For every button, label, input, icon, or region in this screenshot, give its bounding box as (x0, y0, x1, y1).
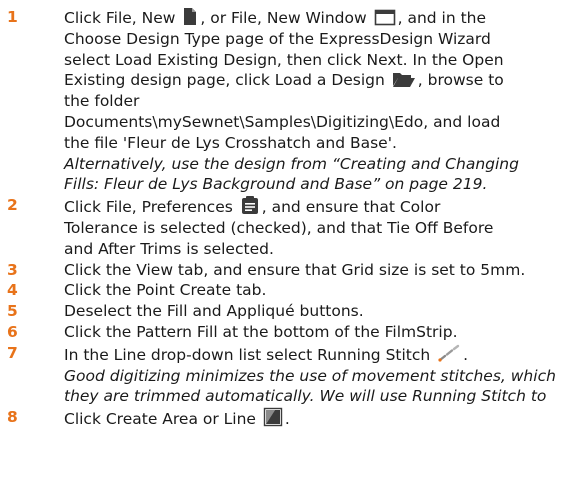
step-text-line: Deselect the Fill and Appliqué buttons. (64, 301, 575, 322)
step-number: 6 (7, 322, 18, 341)
step-text: In the Line drop-down list select Runnin… (64, 345, 436, 364)
step-number: 1 (7, 8, 18, 26)
step-text: and After Trims is selected. (64, 239, 274, 258)
step-text: , browse to (417, 71, 504, 90)
new-document-icon (182, 7, 198, 26)
step-text-line: Click File, New , or File, New Window , … (64, 7, 575, 29)
step-text: Click Create Area or Line (64, 410, 261, 429)
step-text-line: Click File, Preferences , and ensure tha… (64, 195, 575, 218)
step-text: . (284, 410, 290, 429)
step-text: , or File, New Window (200, 9, 372, 27)
step-number: 4 (7, 281, 18, 300)
step-number: 8 (7, 408, 18, 427)
step-note: Good digitizing minimizes the use of mov… (64, 366, 556, 385)
step-text: Click File, New (64, 9, 181, 27)
instruction-step: 6 Click the Pattern Fill at the bottom of… (0, 322, 575, 343)
instruction-step: 7 In the Line drop-down list select Runni… (0, 343, 575, 407)
step-note: Alternatively, use the design from “Crea… (64, 154, 519, 173)
step-text-line: Documents\mySewnet\Samples\Digitizing\Ed… (64, 112, 575, 133)
step-text-line: select Load Existing Design, then click … (64, 50, 575, 71)
instruction-step: 4 Click the Point Create tab. (0, 280, 575, 301)
step-note: they are trimmed automatically. We will … (64, 387, 547, 406)
step-number: 7 (7, 343, 18, 362)
step-text: Documents\mySewnet\Samples\Digitizing\Ed… (64, 112, 501, 131)
step-text: Click the View tab, and ensure that Grid… (64, 260, 526, 279)
step-text-line: and After Trims is selected. (64, 239, 575, 260)
instruction-step: 1 Click File, New , or File, New Window ,… (0, 7, 575, 195)
step-text: Choose Design Type page of the ExpressDe… (64, 29, 491, 48)
step-text-line: Click Create Area or Line . (64, 407, 575, 430)
instruction-step: 8 Click Create Area or Line . (0, 407, 575, 430)
running-stitch-icon (437, 343, 461, 363)
step-text-line: Click the Point Create tab. (64, 280, 575, 301)
step-text-line: the file 'Fleur de Lys Crosshatch and Ba… (64, 133, 575, 154)
create-area-line-icon (263, 407, 283, 427)
open-folder-icon (392, 71, 416, 88)
step-text: Existing design page, click Load a Desig… (64, 71, 390, 90)
step-text: the folder (64, 92, 140, 111)
instruction-steps: 1 Click File, New , or File, New Window ,… (0, 7, 575, 430)
instruction-step: 5 Deselect the Fill and Appliqué buttons. (0, 301, 575, 322)
step-number: 2 (7, 196, 18, 215)
step-text: Click File, Preferences (64, 198, 238, 217)
step-number: 3 (7, 260, 18, 279)
step-note: Fills: Fleur de Lys Background and Base”… (64, 175, 488, 194)
step-text: select Load Existing Design, then click … (64, 50, 504, 69)
instruction-step: 2 Click File, Preferences , and ensure th… (0, 195, 575, 259)
step-text: , and ensure that Color (261, 198, 441, 217)
step-text-line: Click the View tab, and ensure that Grid… (64, 260, 575, 281)
step-text-line: Existing design page, click Load a Desig… (64, 70, 575, 91)
step-text: Click the Pattern Fill at the bottom of … (64, 322, 458, 341)
step-text: . (463, 345, 469, 364)
step-text-line: the folder (64, 91, 575, 112)
new-window-icon (374, 9, 396, 26)
step-text: , and in the (397, 9, 487, 27)
step-text: Tolerance is selected (checked), and tha… (64, 218, 494, 237)
instruction-step: 3 Click the View tab, and ensure that Gri… (0, 260, 575, 281)
step-text-line: Tolerance is selected (checked), and tha… (64, 218, 575, 239)
step-text: the file 'Fleur de Lys Crosshatch and Ba… (64, 133, 397, 152)
preferences-icon (240, 195, 260, 215)
step-text: Deselect the Fill and Appliqué buttons. (64, 302, 364, 321)
step-text: Click the Point Create tab. (64, 281, 267, 300)
step-text-line: Choose Design Type page of the ExpressDe… (64, 29, 575, 50)
step-text-line: In the Line drop-down list select Runnin… (64, 343, 575, 366)
step-text-line: Click the Pattern Fill at the bottom of … (64, 322, 575, 343)
step-number: 5 (7, 302, 18, 321)
